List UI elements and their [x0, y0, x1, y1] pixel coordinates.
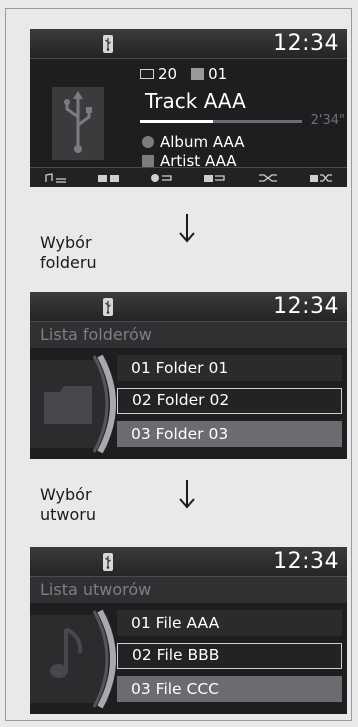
- status-bar: 12:34: [30, 292, 347, 322]
- repeat-folder-icon[interactable]: [200, 172, 230, 184]
- usb-source-tile: [52, 87, 104, 160]
- progress-bar: [140, 120, 302, 123]
- repeat-track-icon[interactable]: [147, 172, 177, 184]
- caption-track-selection: Wybór utworu: [40, 485, 96, 525]
- caption-line: Wybór: [40, 485, 92, 504]
- status-bar: 12:34: [30, 547, 347, 577]
- album-row: Album AAA: [142, 133, 244, 151]
- clock: 12:34: [273, 294, 339, 319]
- album-name: Album AAA: [160, 133, 245, 151]
- track-list-screen: 12:34 Lista utworów 01 File AAA 02 File …: [30, 547, 347, 714]
- arrow-down-icon: [179, 214, 195, 243]
- tracks-icon[interactable]: [41, 172, 71, 184]
- list-item-highlighted[interactable]: 03 Folder 03: [117, 421, 342, 447]
- list-item-focused[interactable]: 02 Folder 02: [117, 388, 342, 414]
- arrow-down-icon: [179, 480, 195, 509]
- shuffle-icon[interactable]: [253, 172, 283, 184]
- track-number-icon: [191, 67, 205, 80]
- artist-icon: [142, 154, 154, 167]
- album-icon: [142, 135, 154, 148]
- clock: 12:34: [273, 31, 339, 56]
- list-header: Lista folderów: [30, 322, 347, 348]
- list-item[interactable]: 01 Folder 01: [117, 355, 342, 381]
- clock: 12:34: [273, 549, 339, 574]
- usb-icon: [103, 553, 113, 571]
- list-item[interactable]: 01 File AAA: [117, 610, 342, 636]
- folder-track-info: 20 01: [140, 65, 227, 83]
- caption-line: Wybór: [40, 233, 92, 252]
- folder-list-screen: 12:34 Lista folderów 01 Folder 01 02 Fol…: [30, 292, 347, 459]
- bottom-control-bar: [30, 167, 347, 187]
- track-number: 01: [208, 65, 228, 83]
- usb-icon: [103, 35, 113, 53]
- now-playing-screen: 12:34 20 01 Track AAA 2'34" Album AAA Art…: [30, 29, 347, 187]
- folder-icon: [140, 68, 154, 79]
- usb-icon: [103, 298, 113, 316]
- shuffle-folder-icon[interactable]: [306, 172, 336, 184]
- list-header: Lista utworów: [30, 577, 347, 603]
- list-item-highlighted[interactable]: 03 File CCC: [117, 676, 342, 702]
- manual-page: 12:34 20 01 Track AAA 2'34" Album AAA Art…: [5, 8, 352, 721]
- progress-fill: [140, 120, 213, 123]
- list-item-focused[interactable]: 02 File BBB: [117, 643, 342, 669]
- track-title: Track AAA: [145, 89, 246, 113]
- caption-line: folderu: [40, 253, 97, 272]
- folders-icon[interactable]: [94, 172, 124, 184]
- time-elapsed: 2'34": [310, 113, 345, 128]
- folder-number: 20: [158, 65, 178, 83]
- caption-folder-selection: Wybór folderu: [40, 233, 97, 273]
- music-note-icon: [50, 627, 83, 678]
- usb-large-icon: [64, 91, 92, 153]
- status-bar: 12:34: [30, 29, 347, 59]
- caption-line: utworu: [40, 505, 97, 524]
